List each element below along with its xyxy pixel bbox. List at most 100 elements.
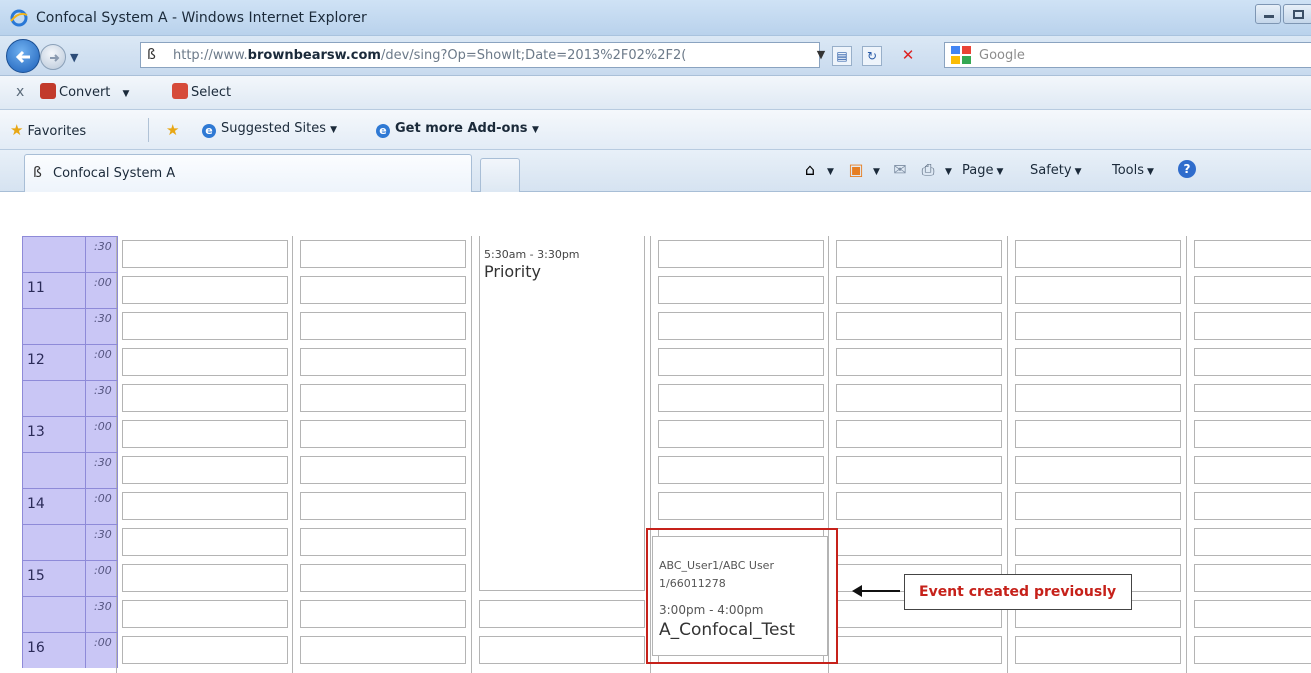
print-icon[interactable]: ⎙ bbox=[918, 160, 938, 180]
calendar-slot[interactable] bbox=[300, 384, 466, 412]
get-addons-link[interactable]: e Get more Add-ons ▼ bbox=[376, 121, 539, 138]
calendar-slot[interactable] bbox=[836, 456, 1002, 484]
calendar-slot[interactable] bbox=[300, 312, 466, 340]
calendar-slot[interactable] bbox=[1194, 312, 1311, 340]
calendar-slot[interactable] bbox=[1015, 276, 1181, 304]
calendar-slot[interactable] bbox=[836, 492, 1002, 520]
tab-confocal-system-a[interactable]: ß Confocal System A bbox=[24, 154, 472, 192]
refresh-icon[interactable]: ↻ bbox=[862, 46, 882, 66]
search-box[interactable]: Google bbox=[944, 42, 1311, 68]
calendar-slot[interactable] bbox=[122, 456, 288, 484]
calendar-slot[interactable] bbox=[836, 276, 1002, 304]
url-text[interactable]: http://www.brownbearsw.com/dev/sing?Op=S… bbox=[173, 48, 686, 63]
close-toolbar-icon[interactable]: x bbox=[16, 84, 24, 100]
calendar-slot[interactable] bbox=[1194, 240, 1311, 268]
priority-event[interactable]: 5:30am - 3:30pm Priority bbox=[479, 236, 645, 591]
calendar-slot[interactable] bbox=[1015, 636, 1181, 664]
address-dropdown-icon[interactable]: ▼ bbox=[812, 42, 830, 68]
forward-button[interactable] bbox=[40, 44, 66, 70]
help-icon[interactable]: ? bbox=[1178, 160, 1196, 178]
minimize-button[interactable] bbox=[1255, 4, 1281, 24]
calendar-slot[interactable] bbox=[1194, 456, 1311, 484]
maximize-button[interactable] bbox=[1283, 4, 1311, 24]
calendar-slot[interactable] bbox=[122, 564, 288, 592]
calendar-slot[interactable] bbox=[479, 636, 645, 664]
calendar-slot[interactable] bbox=[300, 240, 466, 268]
calendar-slot[interactable] bbox=[479, 600, 645, 628]
history-dropdown-icon[interactable]: ▼ bbox=[70, 51, 78, 64]
calendar-slot[interactable] bbox=[836, 636, 1002, 664]
mail-icon[interactable]: ✉ bbox=[890, 160, 910, 180]
stop-icon[interactable]: ✕ bbox=[898, 46, 918, 66]
calendar-slot[interactable] bbox=[122, 420, 288, 448]
suggested-sites-link[interactable]: e Suggested Sites ▼ bbox=[202, 121, 337, 138]
favorites-button[interactable]: ★ Favorites bbox=[10, 121, 86, 139]
convert-menu[interactable]: Convert ▼ bbox=[40, 83, 129, 103]
print-dropdown-icon[interactable]: ▼ bbox=[942, 163, 952, 178]
safety-menu[interactable]: Safety ▼ bbox=[1030, 163, 1082, 178]
home-icon[interactable]: ⌂ bbox=[800, 160, 820, 180]
calendar-slot[interactable] bbox=[1015, 492, 1181, 520]
calendar-slot[interactable] bbox=[300, 636, 466, 664]
rss-dropdown-icon[interactable]: ▼ bbox=[870, 163, 880, 178]
calendar-slot[interactable] bbox=[122, 600, 288, 628]
page-menu-label: Page bbox=[962, 163, 994, 178]
calendar-slot[interactable] bbox=[300, 348, 466, 376]
calendar-slot[interactable] bbox=[300, 600, 466, 628]
calendar-slot[interactable] bbox=[122, 636, 288, 664]
calendar-slot[interactable] bbox=[836, 420, 1002, 448]
calendar-slot[interactable] bbox=[658, 240, 824, 268]
calendar-slot[interactable] bbox=[658, 348, 824, 376]
calendar-slot[interactable] bbox=[1015, 348, 1181, 376]
calendar-slot[interactable] bbox=[1194, 420, 1311, 448]
calendar-slot[interactable] bbox=[836, 348, 1002, 376]
calendar-slot[interactable] bbox=[300, 276, 466, 304]
calendar-slot[interactable] bbox=[300, 528, 466, 556]
calendar-slot[interactable] bbox=[658, 456, 824, 484]
home-dropdown-icon[interactable]: ▼ bbox=[824, 163, 834, 178]
calendar-slot[interactable] bbox=[1194, 600, 1311, 628]
calendar-slot[interactable] bbox=[1194, 528, 1311, 556]
calendar-slot[interactable] bbox=[1015, 240, 1181, 268]
calendar-slot[interactable] bbox=[1194, 492, 1311, 520]
calendar-slot[interactable] bbox=[836, 240, 1002, 268]
calendar-slot[interactable] bbox=[658, 384, 824, 412]
calendar-slot[interactable] bbox=[1194, 348, 1311, 376]
tools-menu[interactable]: Tools ▼ bbox=[1112, 163, 1154, 178]
rss-feed-icon[interactable]: ▣ bbox=[846, 160, 866, 180]
calendar-slot[interactable] bbox=[300, 456, 466, 484]
calendar-slot[interactable] bbox=[836, 312, 1002, 340]
calendar-slot[interactable] bbox=[300, 564, 466, 592]
calendar-slot[interactable] bbox=[1194, 384, 1311, 412]
calendar-slot[interactable] bbox=[836, 384, 1002, 412]
calendar-slot[interactable] bbox=[1194, 636, 1311, 664]
calendar-slot[interactable] bbox=[658, 312, 824, 340]
calendar-slot[interactable] bbox=[1015, 312, 1181, 340]
page-menu[interactable]: Page ▼ bbox=[962, 163, 1003, 178]
calendar-slot[interactable] bbox=[122, 528, 288, 556]
calendar-slot[interactable] bbox=[1194, 564, 1311, 592]
address-bar[interactable]: ß http://www.brownbearsw.com/dev/sing?Op… bbox=[140, 42, 820, 68]
calendar-slot[interactable] bbox=[122, 276, 288, 304]
calendar-slot[interactable] bbox=[1015, 384, 1181, 412]
calendar-slot[interactable] bbox=[1015, 528, 1181, 556]
back-button[interactable] bbox=[6, 39, 40, 73]
calendar-slot[interactable] bbox=[1015, 420, 1181, 448]
calendar-slot[interactable] bbox=[122, 384, 288, 412]
new-tab-button[interactable] bbox=[480, 158, 520, 192]
calendar-slot[interactable] bbox=[300, 420, 466, 448]
calendar-slot[interactable] bbox=[122, 348, 288, 376]
calendar-slot[interactable] bbox=[836, 528, 1002, 556]
calendar-slot[interactable] bbox=[122, 312, 288, 340]
add-favorite-button[interactable]: ★ bbox=[166, 121, 183, 139]
compatibility-view-icon[interactable]: ▤ bbox=[832, 46, 852, 66]
calendar-slot[interactable] bbox=[122, 240, 288, 268]
calendar-slot[interactable] bbox=[1015, 456, 1181, 484]
calendar-slot[interactable] bbox=[122, 492, 288, 520]
calendar-slot[interactable] bbox=[658, 420, 824, 448]
select-button[interactable]: Select bbox=[172, 83, 231, 103]
calendar-slot[interactable] bbox=[1194, 276, 1311, 304]
calendar-slot[interactable] bbox=[300, 492, 466, 520]
calendar-slot[interactable] bbox=[658, 276, 824, 304]
calendar-slot[interactable] bbox=[658, 492, 824, 520]
